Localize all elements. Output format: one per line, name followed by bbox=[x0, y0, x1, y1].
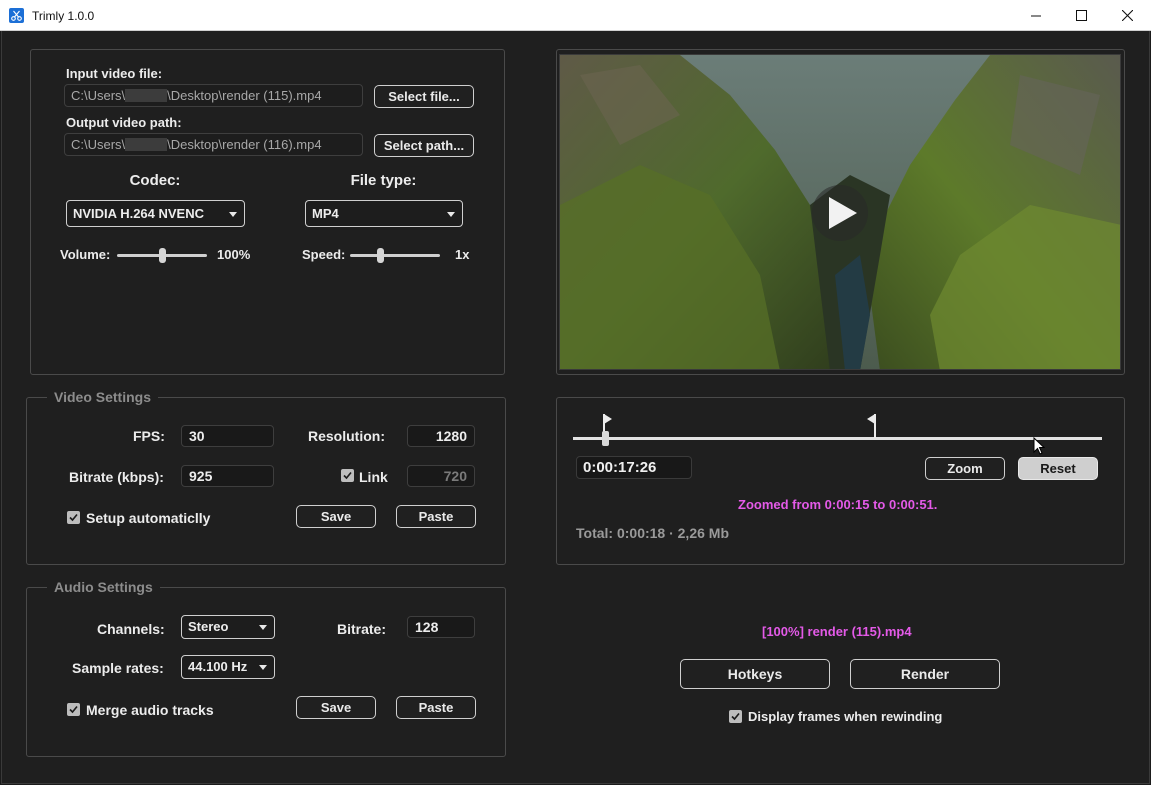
scissors-icon bbox=[9, 8, 24, 23]
window-title: Trimly 1.0.0 bbox=[32, 9, 95, 23]
slider-thumb[interactable] bbox=[159, 248, 166, 263]
slider-track bbox=[350, 254, 440, 257]
minimize-button[interactable] bbox=[1013, 0, 1059, 31]
bitrate-field[interactable]: 925 bbox=[181, 465, 274, 487]
audio-bitrate-field[interactable]: 128 bbox=[407, 616, 475, 638]
chevron-down-icon bbox=[259, 625, 267, 630]
audio-paste-button[interactable]: Paste bbox=[396, 696, 476, 719]
video-settings-title: Video Settings bbox=[47, 389, 158, 405]
close-button[interactable] bbox=[1104, 0, 1150, 31]
checkmark-icon bbox=[69, 705, 78, 714]
merge-audio-checkbox[interactable] bbox=[67, 703, 80, 716]
mouse-cursor-icon bbox=[1033, 437, 1045, 455]
filetype-value: MP4 bbox=[312, 206, 339, 221]
resolution-label: Resolution: bbox=[308, 428, 385, 444]
playhead-handle[interactable] bbox=[602, 431, 609, 446]
checkmark-icon bbox=[69, 513, 78, 522]
render-button[interactable]: Render bbox=[850, 659, 1000, 689]
title-bar: Trimly 1.0.0 bbox=[0, 0, 1151, 31]
end-flag-icon[interactable] bbox=[865, 413, 877, 439]
display-frames-checkbox[interactable] bbox=[729, 710, 742, 723]
volume-slider[interactable] bbox=[117, 248, 207, 263]
redacted-username bbox=[125, 89, 168, 102]
close-icon bbox=[1121, 10, 1133, 21]
hotkeys-button[interactable]: Hotkeys bbox=[680, 659, 830, 689]
sample-rates-value: 44.100 Hz bbox=[188, 659, 248, 674]
link-label: Link bbox=[359, 469, 388, 485]
play-icon bbox=[829, 197, 857, 229]
chevron-down-icon bbox=[447, 212, 455, 217]
slider-thumb[interactable] bbox=[377, 248, 384, 263]
audio-save-button[interactable]: Save bbox=[296, 696, 376, 719]
output-path-suffix: \Desktop\render (116).mp4 bbox=[167, 137, 322, 152]
input-path-prefix: C:\Users\ bbox=[71, 88, 126, 103]
total-info-text: Total: 0:00:18 · 2,26 Mb bbox=[576, 525, 730, 541]
maximize-icon bbox=[1075, 10, 1087, 21]
select-file-button[interactable]: Select file... bbox=[374, 85, 474, 108]
minimize-icon bbox=[1031, 15, 1041, 16]
speed-slider[interactable] bbox=[350, 248, 440, 263]
channels-select[interactable]: Stereo bbox=[181, 615, 275, 639]
filetype-label: File type: bbox=[350, 172, 417, 189]
fps-label: FPS: bbox=[133, 428, 165, 444]
bitrate-label: Bitrate (kbps): bbox=[69, 469, 164, 485]
output-path-prefix: C:\Users\ bbox=[71, 137, 126, 152]
sample-rates-select[interactable]: 44.100 Hz bbox=[181, 655, 275, 679]
codec-value: NVIDIA H.264 NVENC bbox=[73, 206, 204, 221]
checkmark-icon bbox=[343, 471, 352, 480]
maximize-button[interactable] bbox=[1058, 0, 1104, 31]
input-file-path: C:\Users\ \Desktop\render (115).mp4 bbox=[64, 84, 363, 107]
input-path-suffix: \Desktop\render (115).mp4 bbox=[167, 88, 322, 103]
audio-bitrate-label: Bitrate: bbox=[337, 621, 387, 637]
link-checkbox[interactable] bbox=[341, 469, 354, 482]
input-file-label: Input video file: bbox=[66, 66, 163, 81]
display-frames-label: Display frames when rewinding bbox=[748, 709, 943, 724]
video-save-button[interactable]: Save bbox=[296, 505, 376, 528]
output-path-label: Output video path: bbox=[66, 115, 182, 130]
channels-label: Channels: bbox=[97, 621, 165, 637]
volume-value: 100% bbox=[217, 247, 251, 262]
checkmark-icon bbox=[731, 712, 740, 721]
codec-label: Codec: bbox=[129, 172, 181, 189]
chevron-down-icon bbox=[259, 665, 267, 670]
chevron-down-icon bbox=[229, 212, 237, 217]
redacted-username bbox=[125, 138, 168, 151]
speed-value: 1x bbox=[455, 247, 470, 262]
channels-value: Stereo bbox=[188, 619, 229, 634]
volume-label: Volume: bbox=[60, 247, 111, 262]
video-paste-button[interactable]: Paste bbox=[396, 505, 476, 528]
timecode-display[interactable]: 0:00:17:26 bbox=[576, 456, 692, 479]
speed-label: Speed: bbox=[302, 247, 346, 262]
select-path-button[interactable]: Select path... bbox=[374, 134, 474, 157]
reset-button[interactable]: Reset bbox=[1018, 457, 1098, 480]
resolution-height-field[interactable]: 720 bbox=[407, 465, 475, 487]
zoom-info-text: Zoomed from 0:00:15 to 0:00:51. bbox=[738, 497, 938, 512]
timeline-track[interactable] bbox=[573, 437, 1102, 440]
filetype-select[interactable]: MP4 bbox=[305, 200, 463, 227]
setup-auto-checkbox[interactable] bbox=[67, 511, 80, 524]
zoom-button[interactable]: Zoom bbox=[925, 457, 1005, 480]
audio-settings-title: Audio Settings bbox=[47, 579, 160, 595]
resolution-width-field[interactable]: 1280 bbox=[407, 425, 475, 447]
output-file-path: C:\Users\ \Desktop\render (116).mp4 bbox=[64, 133, 363, 156]
setup-auto-label: Setup automaticlly bbox=[86, 510, 211, 526]
sample-rates-label: Sample rates: bbox=[72, 660, 164, 676]
render-progress-text: [100%] render (115).mp4 bbox=[762, 624, 912, 639]
codec-select[interactable]: NVIDIA H.264 NVENC bbox=[66, 200, 245, 227]
fps-field[interactable]: 30 bbox=[181, 425, 274, 447]
merge-audio-label: Merge audio tracks bbox=[86, 702, 214, 718]
